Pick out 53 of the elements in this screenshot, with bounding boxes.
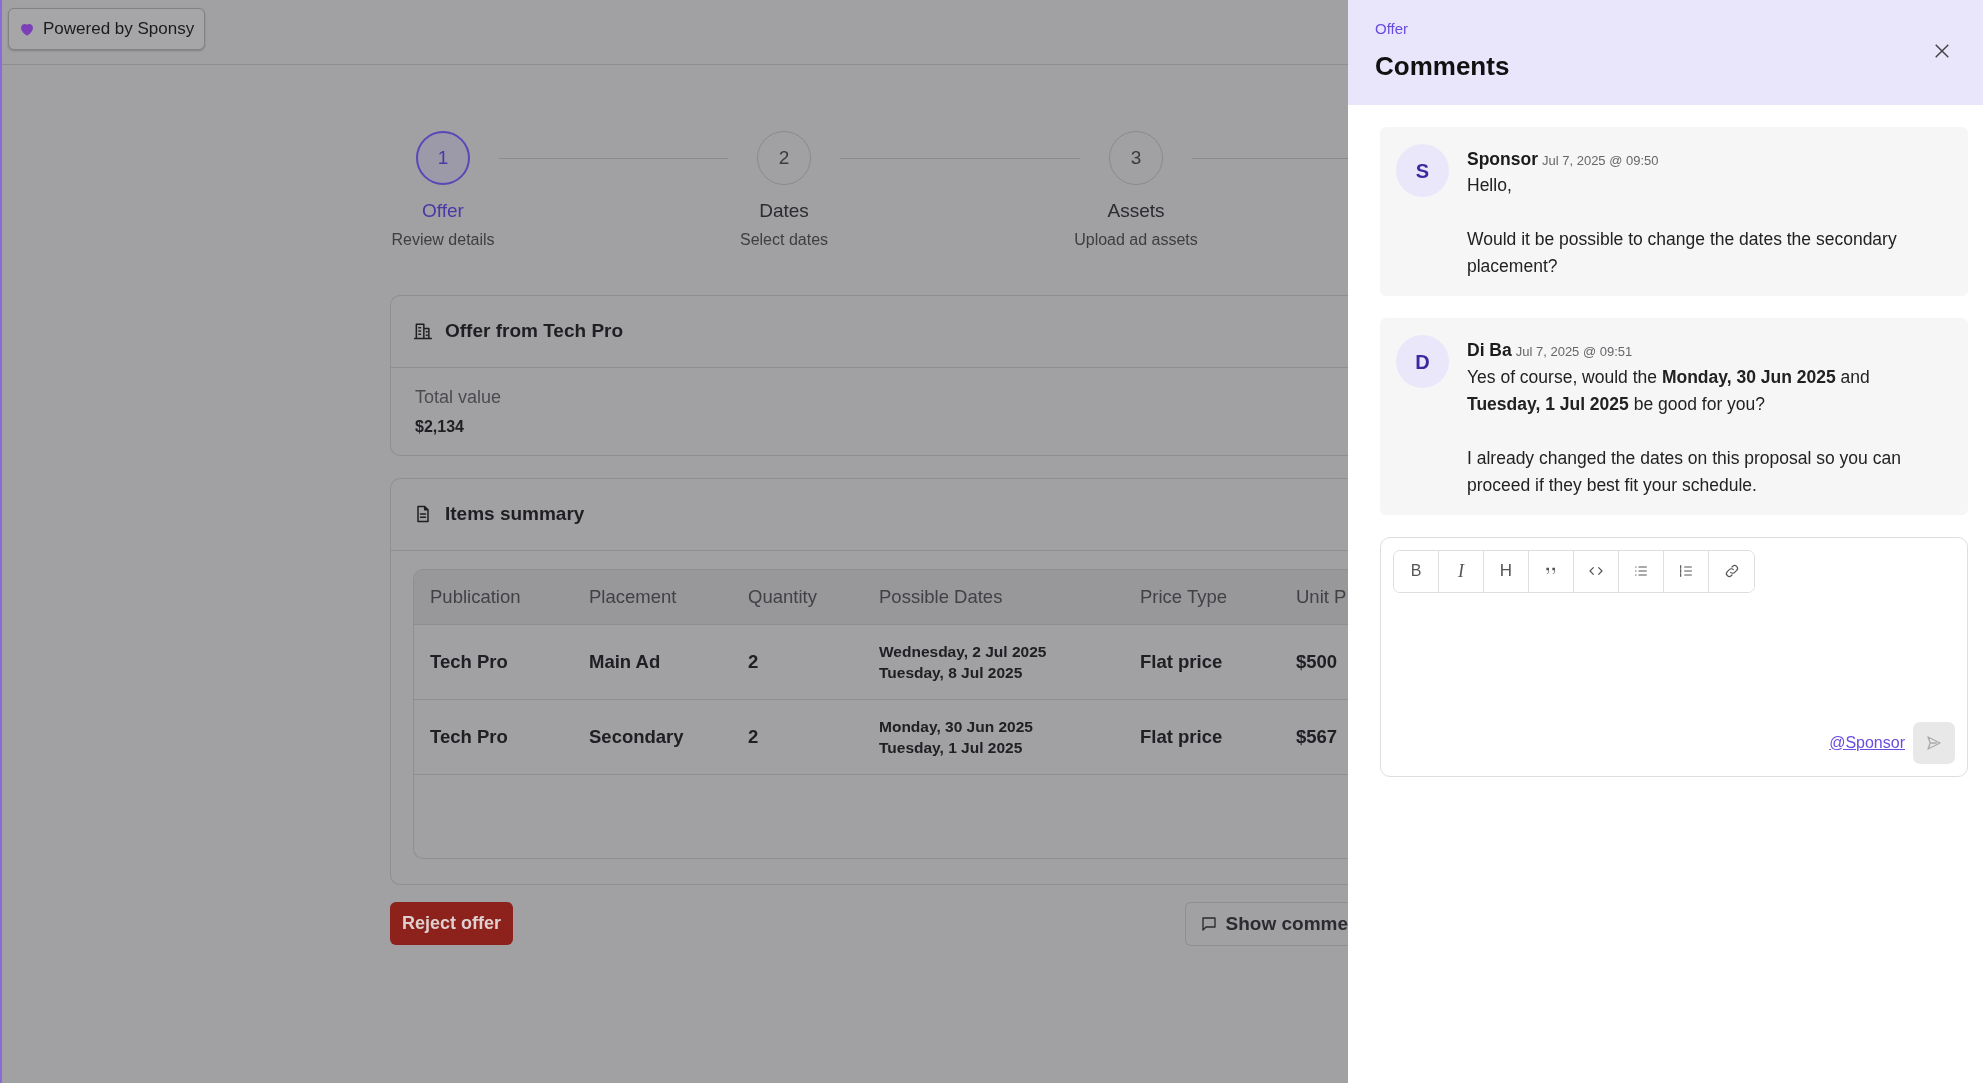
column-header: Possible Dates [879, 584, 1004, 609]
table-cell-text: 2 [748, 649, 760, 674]
comment-time: Jul 7, 2025 @ 09:51 [1515, 343, 1633, 362]
comment-text: Yes of course, would the Monday, 30 Jun 2025 and Tuesday, 1 Jul 2025 be good for you? [1467, 365, 1871, 416]
comment-time: Jul 7, 2025 @ 09:50 [1542, 152, 1659, 170]
table-cell-text: Secondary [589, 724, 685, 749]
comment-author: Sponsor [1467, 148, 1538, 171]
card-title: Items summary [445, 501, 585, 526]
table-cell-text: Wednesday, 2 Jul 2025 Tuesday, 8 Jul 2025 [879, 641, 1048, 683]
comment-text: I already changed the dates on this proposal so you can proceed if they best fit your schedule. [1467, 446, 1902, 497]
column-header: Quantity [748, 584, 818, 609]
table-cell-text: Tech Pro [429, 724, 509, 749]
panel-eyebrow: Offer [1375, 19, 1410, 39]
table-cell-text: Monday, 30 Jun 2025 Tuesday, 1 Jul 2025 [879, 716, 1034, 758]
table-cell-text: Flat price [1140, 724, 1224, 749]
step-subtitle: Select dates [738, 229, 830, 250]
table-cell-text: $567 [1296, 724, 1339, 749]
panel-title: Comments [1375, 49, 1510, 83]
send-button[interactable] [1913, 721, 1955, 764]
reject-offer-button[interactable]: Reject offer [390, 902, 514, 946]
column-header: Placement [589, 584, 678, 609]
column-header: Unit P [1296, 584, 1348, 609]
comment-text: Hello, [1467, 174, 1513, 198]
step-subtitle: Upload ad assets [1073, 229, 1199, 250]
step-title: Offer [421, 199, 465, 223]
mention-link[interactable]: @Sponsor [1829, 730, 1905, 755]
powered-by-button[interactable]: Powered by Sponsy [8, 8, 206, 50]
avatar: S [1396, 144, 1449, 197]
building-icon [413, 321, 433, 341]
table-cell-text: Tech Pro [429, 649, 509, 674]
avatar: D [1396, 335, 1449, 389]
total-label: Total value [415, 385, 503, 409]
table-cell-text: $500 [1296, 649, 1339, 674]
list-icon [1678, 563, 1694, 579]
step-subtitle: Review details [390, 229, 496, 250]
column-header: Price Type [1140, 584, 1229, 609]
comment-icon [1199, 914, 1218, 933]
table-cell-text: 2 [748, 724, 760, 749]
link-icon [1723, 563, 1740, 579]
table-cell-text: Flat price [1140, 649, 1224, 674]
comment-text: Would it be possible to change the dates the secondary placement? [1467, 228, 1898, 279]
card-title: Offer from Tech Pro [445, 318, 624, 343]
send-icon [1925, 733, 1943, 752]
list-icon [1633, 563, 1649, 579]
table-cell-text: Main Ad [589, 649, 662, 674]
total-value: $2,134 [415, 416, 465, 437]
column-header: Publication [429, 584, 522, 609]
step-title: Dates [758, 199, 810, 223]
comment-author: Di Ba [1467, 339, 1512, 363]
show-comments-button[interactable]: Show comme [1184, 901, 1348, 946]
step-title: Assets [1106, 199, 1166, 223]
step-number[interactable]: 1 [416, 131, 470, 185]
bold-button[interactable]: B [1394, 550, 1439, 592]
